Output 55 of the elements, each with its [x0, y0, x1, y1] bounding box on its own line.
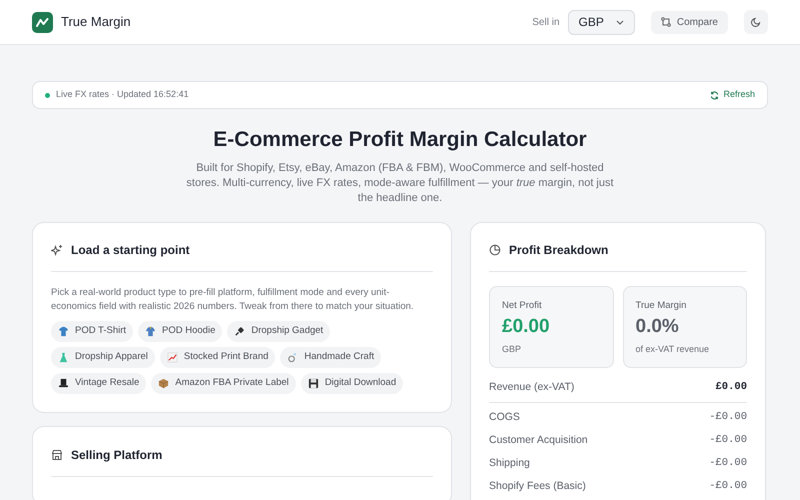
- preset-icon: [58, 352, 69, 363]
- line-item-label: Customer Acquisition: [489, 433, 588, 448]
- preset-icon: [145, 326, 156, 337]
- preset-chip[interactable]: Dropship Gadget: [227, 321, 330, 342]
- line-item-label: COGS: [489, 410, 520, 426]
- logo-icon: [32, 12, 53, 32]
- card-title: Load a starting point: [71, 242, 190, 259]
- preset-chip[interactable]: POD T-Shirt: [51, 321, 134, 342]
- preset-chip[interactable]: Amazon FBA Private Label: [151, 373, 296, 394]
- line-item-value: -£0.00: [709, 410, 747, 426]
- preset-icon: [58, 326, 69, 337]
- line-item-value: £0.00: [715, 380, 747, 395]
- card-description: Pick a real-world product type to pre-fill platform, fulfillment mode and every unit-economics field with realistic 2026 numbers. Tweak from there to match your situation.: [51, 286, 415, 314]
- preset-chip[interactable]: Dropship Apparel: [51, 347, 155, 368]
- brand-name: True Margin: [61, 13, 131, 32]
- net-profit-value: £0.00: [502, 315, 551, 340]
- preset-chip[interactable]: Handmade Craft: [280, 347, 382, 368]
- pie-chart-icon: [489, 244, 501, 256]
- true-margin-value: 0.0%: [636, 315, 680, 340]
- line-item-value: -£0.00: [709, 479, 747, 494]
- line-item-value: -£0.00: [709, 433, 747, 448]
- card-title: Profit Breakdown: [509, 242, 608, 259]
- preset-chip[interactable]: Stocked Print Brand: [160, 347, 276, 368]
- tile-caption: GBP: [502, 343, 522, 356]
- preset-icon: [287, 352, 298, 363]
- preset-chip[interactable]: Digital Download: [300, 373, 404, 394]
- fx-status-text: Live FX rates · Updated 16:52:41: [56, 88, 189, 102]
- preset-chip[interactable]: POD Hoodie: [138, 321, 222, 342]
- currency-select[interactable]: GBP: [568, 10, 635, 34]
- line-item-value: -£0.00: [709, 456, 747, 472]
- preset-icon: [58, 378, 69, 389]
- page-title: E-Commerce Profit Margin Calculator: [212, 127, 588, 153]
- theme-toggle-button[interactable]: [744, 10, 768, 34]
- preset-icon: [158, 378, 170, 389]
- chevron-down-icon: [616, 20, 624, 24]
- preset-icon: [234, 326, 246, 337]
- preset-icon: [308, 378, 319, 389]
- line-item-label: Revenue (ex-VAT): [489, 380, 574, 395]
- preset-icon: [166, 352, 178, 363]
- refresh-button[interactable]: Refresh: [710, 88, 755, 102]
- line-item-label: Shopify Fees (Basic): [489, 479, 586, 494]
- compare-button[interactable]: Compare: [650, 10, 728, 34]
- tile-label: Net Profit: [502, 299, 543, 313]
- sell-in-label: Sell in: [532, 16, 560, 30]
- refresh-icon: [710, 90, 720, 100]
- line-item-label: Shipping: [489, 456, 530, 472]
- page-subtitle: Built for Shopify, Etsy, eBay, Amazon (FBA & FBM), WooCommerce and self-hosted stores. Multi-currency, live FX rates, mode-aware fulfillment — your true margin, not just the headline one.: [185, 161, 615, 206]
- moon-icon: [751, 17, 761, 27]
- store-icon: [51, 449, 63, 461]
- tile-caption: of ex-VAT revenue: [636, 343, 710, 356]
- compare-icon: [660, 17, 671, 27]
- sparkles-icon: [51, 244, 63, 256]
- card-title: Selling Platform: [71, 447, 162, 464]
- preset-chip[interactable]: Vintage Resale: [51, 373, 146, 394]
- tile-label: True Margin: [636, 299, 688, 313]
